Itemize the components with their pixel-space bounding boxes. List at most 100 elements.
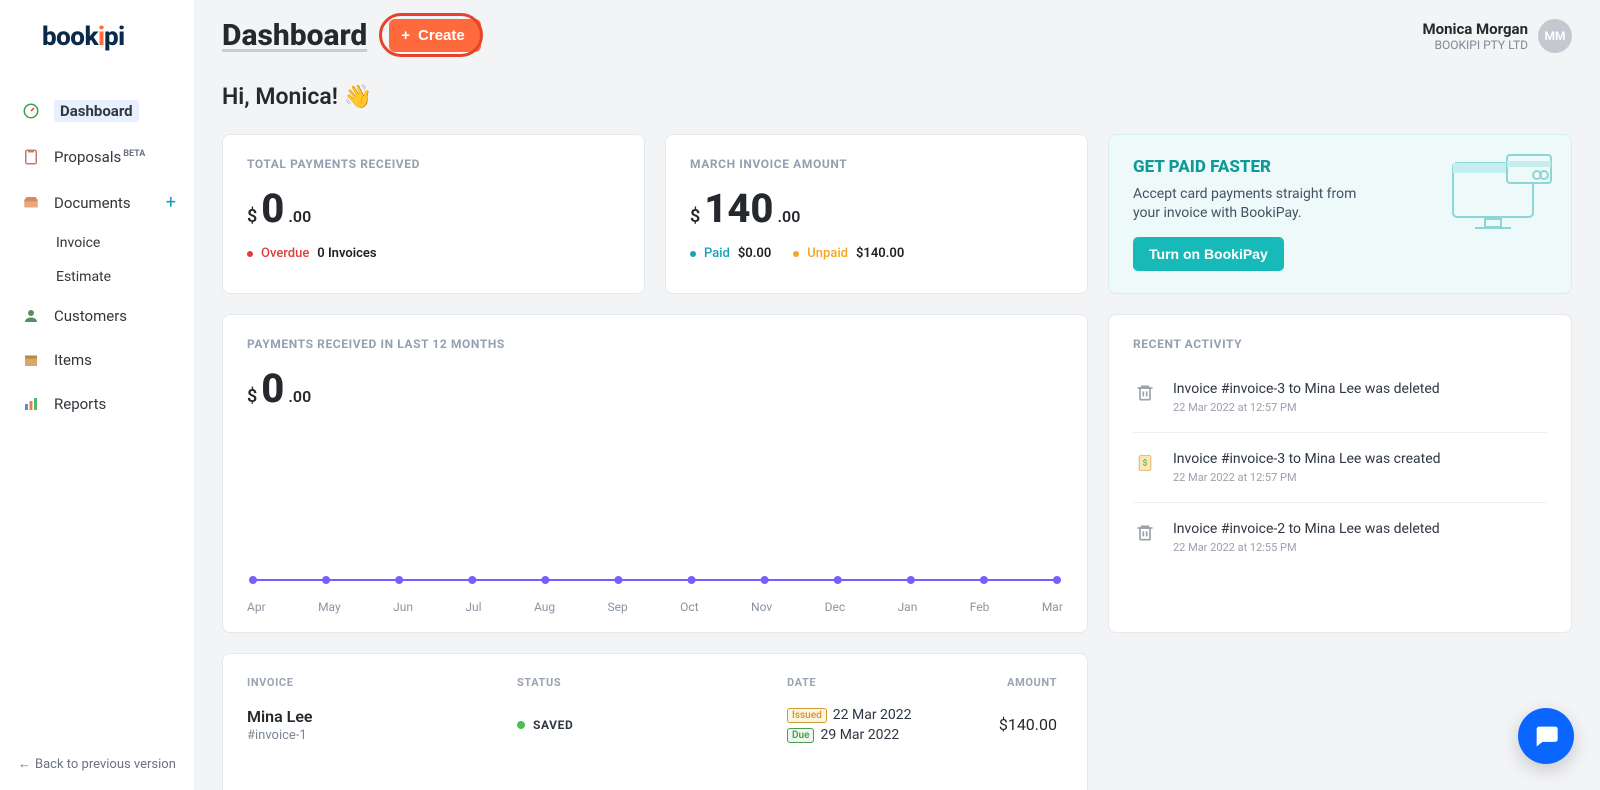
activity-time: 22 Mar 2022 at 12:57 PM: [1173, 471, 1441, 484]
activity-time: 22 Mar 2022 at 12:57 PM: [1173, 401, 1440, 414]
main-content: Dashboard + Create Monica Morgan BOOKIPI…: [194, 0, 1600, 790]
sidebar-item-label: Dashboard: [54, 100, 139, 122]
activity-item[interactable]: $ Invoice #invoice-3 to Mina Lee was crea…: [1133, 433, 1547, 503]
activity-list: Invoice #invoice-3 to Mina Lee was delet…: [1133, 363, 1547, 572]
overdue-row: Overdue 0 Invoices: [247, 246, 620, 261]
monitor-card-icon: [1445, 153, 1555, 237]
sidebar-subitem-invoice[interactable]: Invoice: [0, 227, 194, 259]
chat-icon: [1532, 722, 1560, 750]
chart-x-label: May: [318, 600, 341, 614]
invoice-table-card: INVOICE STATUS DATE AMOUNT Mina Lee #inv…: [222, 653, 1088, 790]
amount-cell: $140.00: [987, 715, 1057, 734]
sidebar-item-label: Items: [54, 351, 92, 369]
sidebar-item-label: Documents: [54, 194, 131, 212]
sidebar-item-reports[interactable]: Reports: [0, 383, 194, 425]
chart-x-label: Aug: [534, 600, 555, 614]
sidebar-item-label: Customers: [54, 307, 127, 325]
paid-unpaid-row: Paid $0.00 Unpaid $140.00: [690, 246, 1063, 261]
invoice-id: #invoice-1: [247, 728, 517, 743]
month-invoice-card: MARCH INVOICE AMOUNT $ 140.00 Paid $0.00…: [665, 134, 1088, 294]
plus-icon: +: [401, 27, 410, 44]
customer-name: Mina Lee: [247, 707, 517, 726]
sidebar-item-label: ProposalsBETA: [54, 148, 145, 166]
sidebar: bookipi Dashboard ProposalsBETA: [0, 0, 194, 790]
documents-icon: [22, 194, 40, 212]
reports-icon: [22, 395, 40, 413]
chart-x-label: Apr: [247, 600, 266, 614]
page-title: Dashboard: [222, 18, 367, 53]
sidebar-item-proposals[interactable]: ProposalsBETA: [0, 136, 194, 178]
activity-time: 22 Mar 2022 at 12:55 PM: [1173, 541, 1440, 554]
month-invoice-amount: $ 140.00: [690, 185, 1063, 232]
turn-on-bookipay-button[interactable]: Turn on BookiPay: [1133, 237, 1284, 271]
col-status: STATUS: [517, 676, 787, 689]
total-payments-amount: $ 0.00: [247, 185, 620, 232]
activity-item[interactable]: Invoice #invoice-2 to Mina Lee was delet…: [1133, 503, 1547, 572]
row-two: PAYMENTS RECEIVED IN LAST 12 MONTHS $ 0.…: [222, 314, 1572, 633]
date-cell: Issued22 Mar 2022 Due29 Mar 2022: [787, 707, 987, 743]
sidebar-item-dashboard[interactable]: Dashboard: [0, 88, 194, 134]
user-name: Monica Morgan: [1422, 20, 1528, 38]
trash-icon: [1133, 381, 1157, 405]
table-row[interactable]: Mina Lee #invoice-1 SAVED Issued22 Mar 2…: [247, 689, 1063, 743]
arrow-left-icon: ←: [18, 756, 31, 772]
chart-x-label: Feb: [970, 600, 990, 614]
dot-icon: [793, 251, 799, 257]
promo-text: Accept card payments straight from your …: [1133, 185, 1373, 223]
chart-x-label: Oct: [680, 600, 698, 614]
card-title: MARCH INVOICE AMOUNT: [690, 157, 1063, 171]
total-payments-card: TOTAL PAYMENTS RECEIVED $ 0.00 Overdue 0…: [222, 134, 645, 294]
activity-title: RECENT ACTIVITY: [1133, 337, 1547, 351]
sidebar-item-customers[interactable]: Customers: [0, 295, 194, 337]
payments-chart-card: PAYMENTS RECEIVED IN LAST 12 MONTHS $ 0.…: [222, 314, 1088, 633]
col-invoice: INVOICE: [247, 676, 517, 689]
card-title: TOTAL PAYMENTS RECEIVED: [247, 157, 620, 171]
activity-text: Invoice #invoice-2 to Mina Lee was delet…: [1173, 521, 1440, 537]
topbar: Dashboard + Create Monica Morgan BOOKIPI…: [222, 18, 1572, 53]
sidebar-subitem-estimate[interactable]: Estimate: [0, 261, 194, 293]
dot-icon: [690, 251, 696, 257]
col-date: DATE: [787, 676, 987, 689]
chart-title: PAYMENTS RECEIVED IN LAST 12 MONTHS: [247, 337, 1063, 351]
chart-x-labels: AprMayJunJulAugSepOctNovDecJanFebMar: [247, 600, 1063, 614]
greeting-text: Hi, Monica! 👋: [222, 83, 1572, 110]
sidebar-item-label: Reports: [54, 395, 106, 413]
customers-icon: [22, 307, 40, 325]
status-cell: SAVED: [517, 718, 787, 732]
sidebar-item-documents[interactable]: Documents +: [0, 180, 194, 225]
trash-icon: [1133, 521, 1157, 545]
dot-icon: [247, 251, 253, 257]
issued-badge: Issued: [787, 708, 827, 723]
chart-x-label: Sep: [608, 600, 628, 614]
app-root: bookipi Dashboard ProposalsBETA: [0, 0, 1600, 790]
sidebar-nav: Dashboard ProposalsBETA Documents + Invo…: [0, 88, 194, 425]
activity-item[interactable]: Invoice #invoice-3 to Mina Lee was delet…: [1133, 363, 1547, 433]
col-amount: AMOUNT: [987, 676, 1057, 689]
summary-grid: TOTAL PAYMENTS RECEIVED $ 0.00 Overdue 0…: [222, 134, 1572, 294]
activity-text: Invoice #invoice-3 to Mina Lee was delet…: [1173, 381, 1440, 397]
sidebar-item-items[interactable]: Items: [0, 339, 194, 381]
due-badge: Due: [787, 728, 814, 743]
brand-logo: bookipi: [0, 0, 194, 62]
invoice-icon: $: [1133, 451, 1157, 475]
user-block[interactable]: Monica Morgan BOOKIPI PTY LTD MM: [1422, 19, 1572, 53]
create-button-wrap: + Create: [389, 19, 480, 52]
activity-text: Invoice #invoice-3 to Mina Lee was creat…: [1173, 451, 1441, 467]
bookipay-promo-card: GET PAID FASTER Accept card payments str…: [1108, 134, 1572, 294]
gauge-icon: [22, 102, 40, 120]
chart-x-label: Dec: [825, 600, 846, 614]
chat-fab[interactable]: [1518, 708, 1574, 764]
avatar[interactable]: MM: [1538, 19, 1572, 53]
recent-activity-card: RECENT ACTIVITY Invoice #invoice-3 to Mi…: [1108, 314, 1572, 633]
chart-x-label: Jul: [465, 600, 481, 614]
svg-text:$: $: [1143, 457, 1148, 468]
back-to-previous-link[interactable]: ← Back to previous version: [18, 756, 176, 772]
chart-x-label: Mar: [1042, 600, 1063, 614]
chart-area: [247, 430, 1063, 600]
items-icon: [22, 351, 40, 369]
chart-x-label: Nov: [751, 600, 772, 614]
dot-icon: [517, 721, 525, 729]
create-button[interactable]: + Create: [389, 19, 480, 52]
plus-icon[interactable]: +: [166, 192, 176, 213]
proposal-icon: [22, 148, 40, 166]
